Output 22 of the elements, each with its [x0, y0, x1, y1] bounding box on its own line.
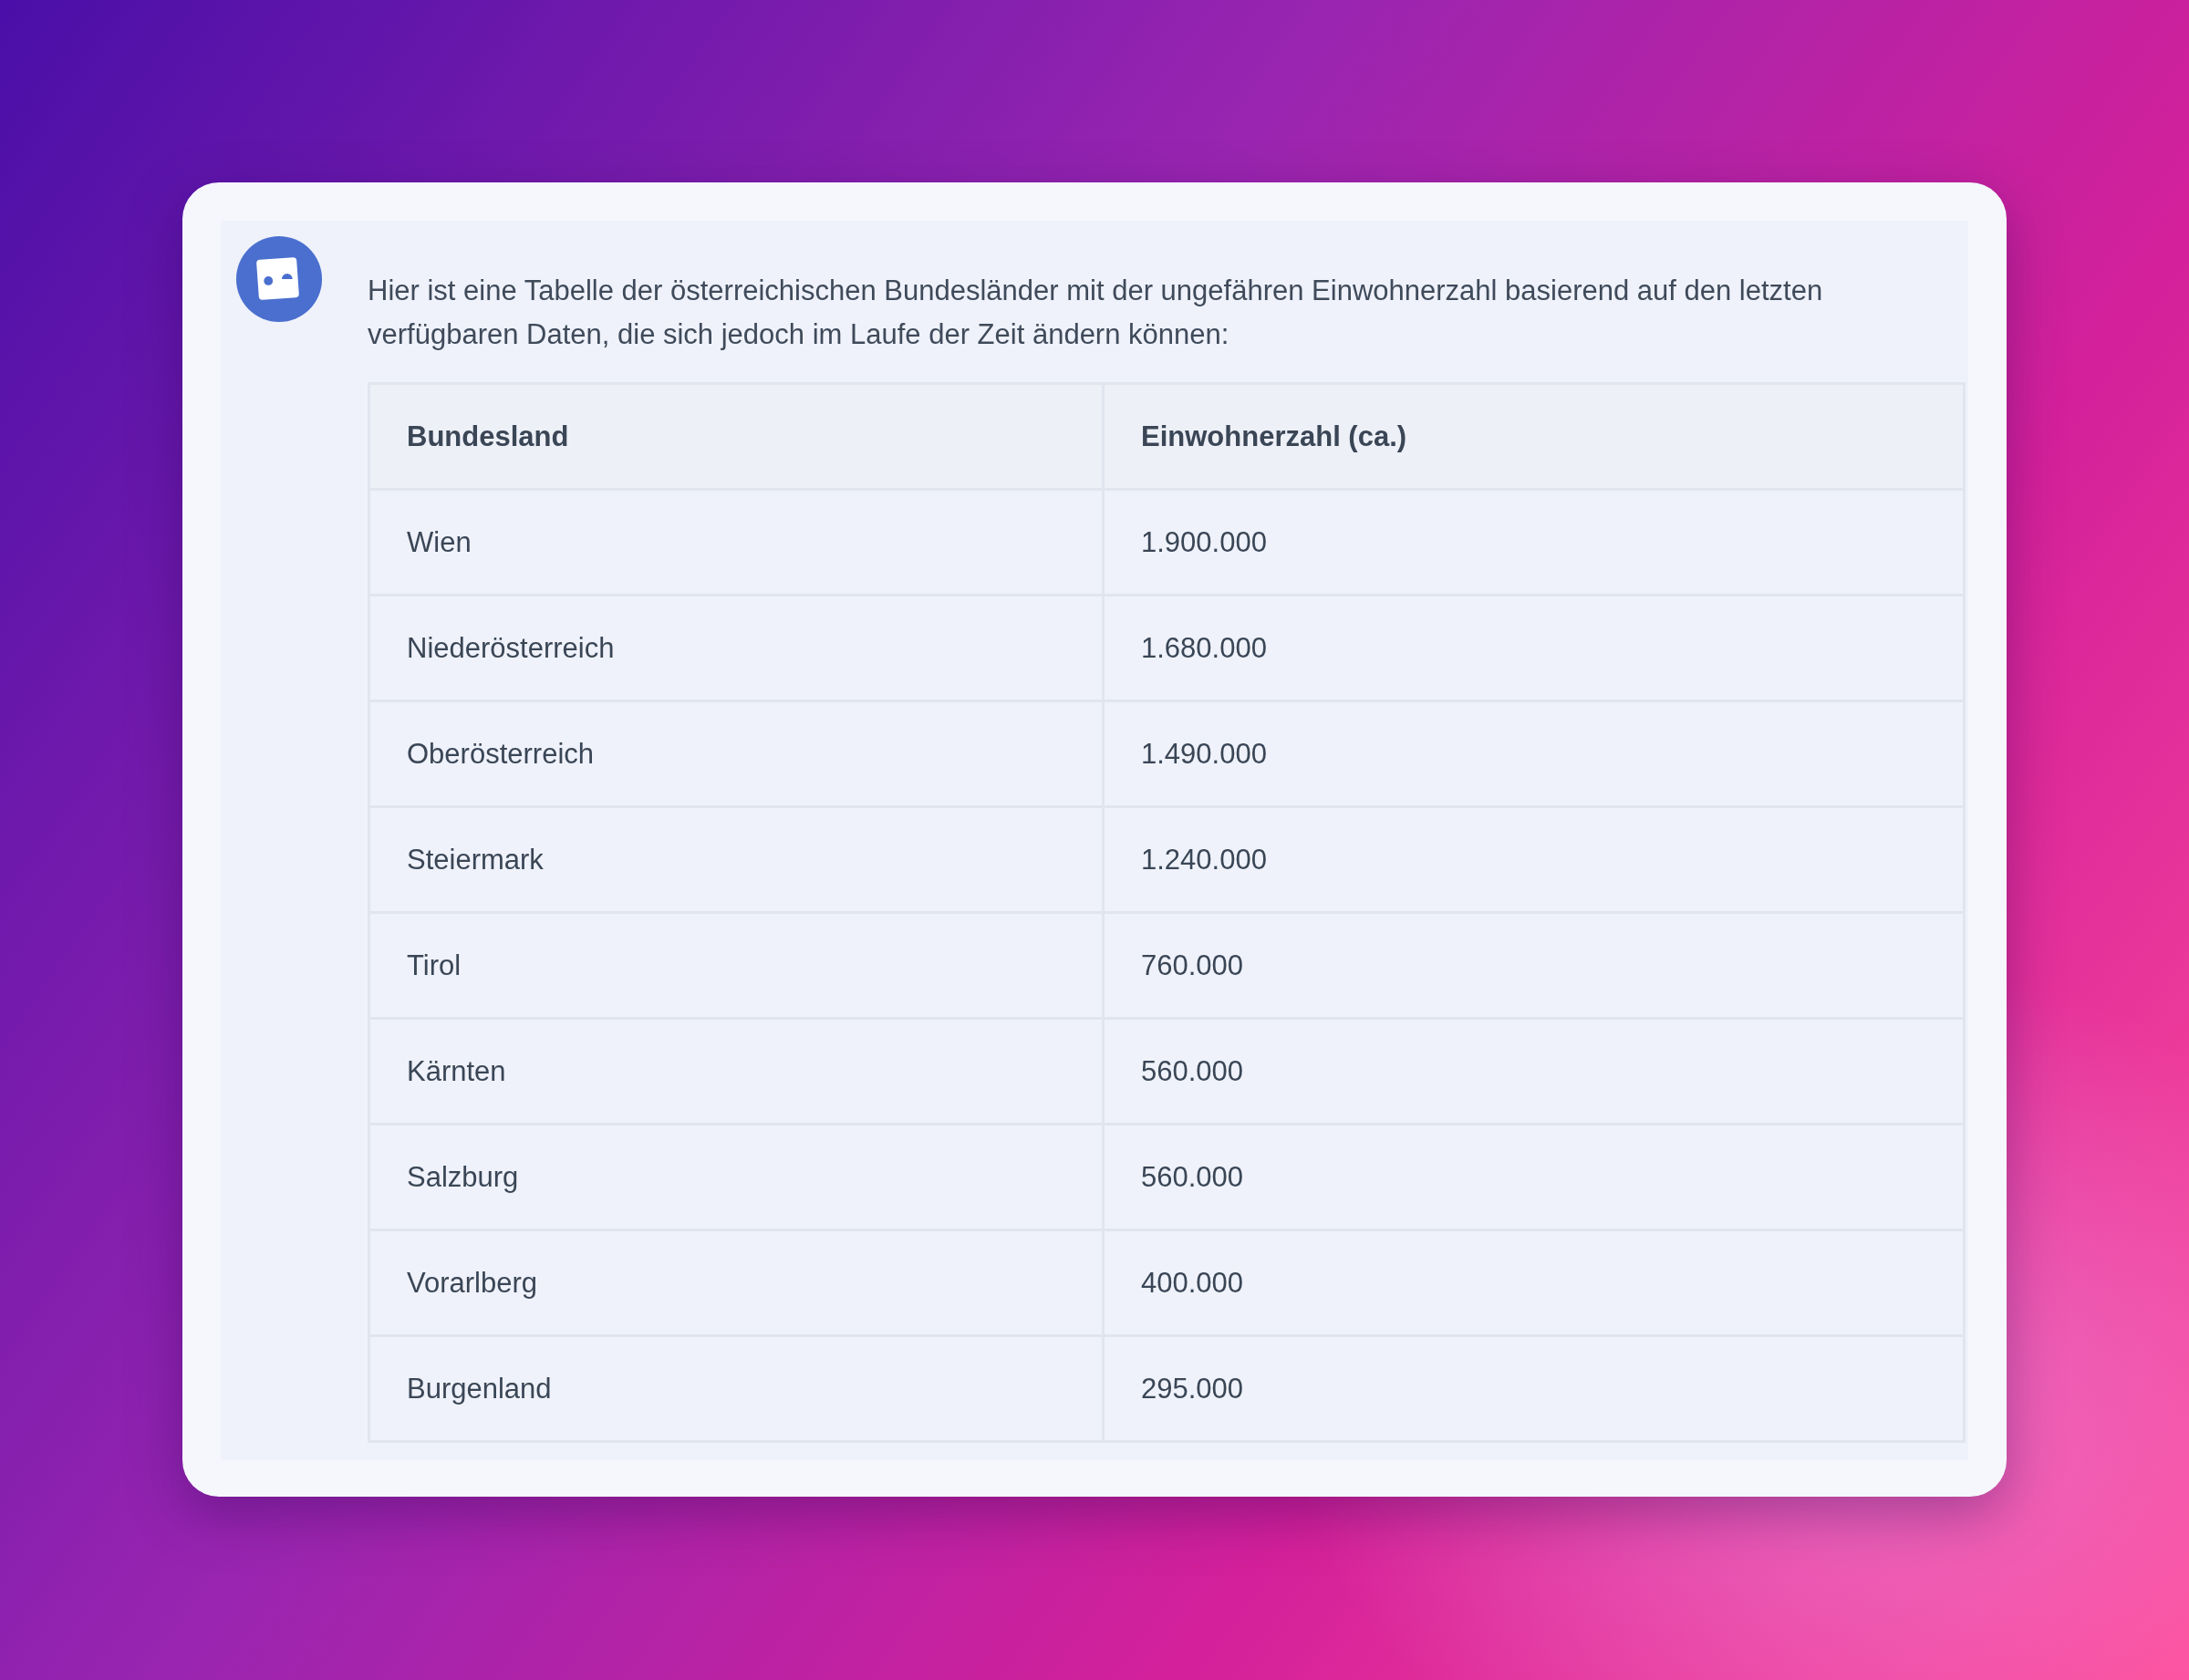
table-cell: Kärnten	[368, 1018, 1104, 1125]
table-cell: Salzburg	[368, 1124, 1104, 1230]
table-cell: 760.000	[1103, 912, 1965, 1019]
bot-avatar-icon	[234, 234, 324, 324]
table-cell: Steiermark	[368, 806, 1104, 913]
table-cell: Vorarlberg	[368, 1229, 1104, 1336]
table-cell: 295.000	[1103, 1335, 1965, 1442]
table-cell: 1.490.000	[1103, 700, 1965, 807]
table-cell: Tirol	[368, 912, 1104, 1019]
column-header: Einwohnerzahl (ca.)	[1103, 383, 1965, 490]
table-cell: 560.000	[1103, 1018, 1965, 1125]
table-cell: Oberösterreich	[368, 700, 1104, 807]
table-cell: 1.680.000	[1103, 595, 1965, 701]
table-cell: 1.240.000	[1103, 806, 1965, 913]
message-text: Hier ist eine Tabelle der österreichischen Bundesländer mit der ungefähren Einwohnerzahl basierend auf den letzten verfügbaren Daten, die sich jedoch im Laufe der Zeit ändern können:	[368, 274, 1824, 352]
table-cell: Niederösterreich	[368, 595, 1104, 701]
table-cell: 1.900.000	[1103, 489, 1965, 596]
table-cell: Wien	[368, 489, 1104, 596]
table-cell: 400.000	[1103, 1229, 1965, 1336]
column-header: Bundesland	[368, 383, 1104, 490]
table-cell: 560.000	[1103, 1124, 1965, 1230]
table-cell: Burgenland	[368, 1335, 1104, 1442]
